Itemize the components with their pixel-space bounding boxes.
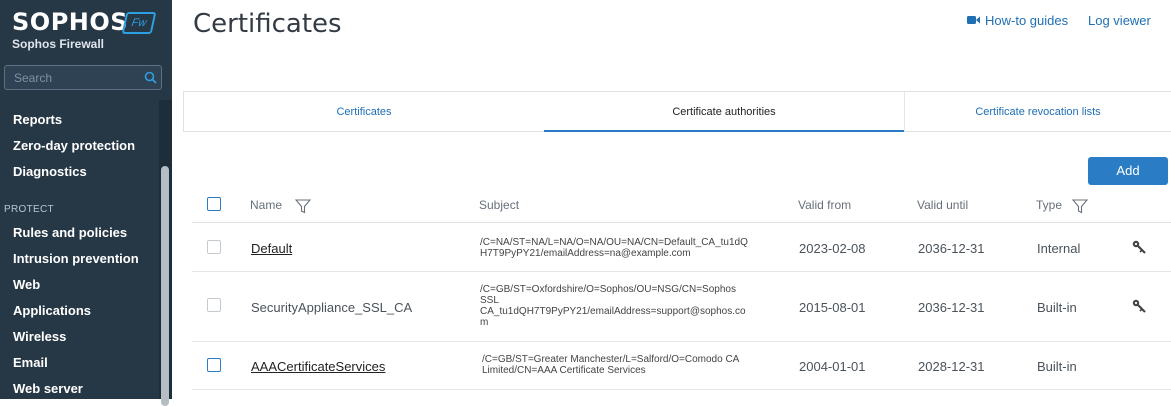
subject-text: /C=GB/ST=Greater Manchester/L=Salford/O=…: [482, 354, 782, 376]
sidebar-item-web[interactable]: Web: [13, 277, 40, 292]
how-to-guides-label: How-to guides: [985, 13, 1069, 28]
download-key-icon[interactable]: [1132, 240, 1146, 259]
sidebar-item-wireless[interactable]: Wireless: [13, 329, 66, 344]
column-header-type[interactable]: Type: [1036, 198, 1062, 212]
search-box[interactable]: Search: [4, 65, 162, 90]
sidebar-item-email[interactable]: Email: [13, 355, 48, 370]
tab-certificates[interactable]: Certificates: [184, 92, 544, 132]
sidebar-item-zero-day-protection[interactable]: Zero-day protection: [13, 138, 135, 153]
tab-certificate-authorities[interactable]: Certificate authorities: [544, 92, 904, 132]
search-icon[interactable]: [144, 71, 157, 89]
row-checkbox[interactable]: [207, 358, 221, 372]
sidebar-scrollbar[interactable]: [159, 100, 172, 406]
ca-type: Built-in: [1037, 300, 1077, 315]
product-name: Sophos Firewall: [12, 37, 105, 51]
valid-until: 2028-12-31: [918, 359, 985, 374]
subject-line: /C=NA/ST=NA/L=NA/O=NA/OU=NA/CN=Default_C…: [480, 237, 748, 248]
ca-name-link[interactable]: Default: [251, 241, 292, 256]
log-viewer-link[interactable]: Log viewer: [1088, 13, 1151, 28]
table-row[interactable]: SecurityAppliance_SSL_CA /C=GB/ST=Oxford…: [192, 272, 1171, 342]
valid-until: 2036-12-31: [918, 300, 985, 315]
subject-text: /C=NA/ST=NA/L=NA/O=NA/OU=NA/CN=Default_C…: [480, 237, 780, 259]
valid-from: 2023-02-08: [799, 241, 866, 256]
ca-type: Internal: [1037, 241, 1081, 256]
subject-text: /C=GB/ST=Oxfordshire/O=Sophos/OU=NSG/CN=…: [480, 284, 780, 328]
select-all-checkbox[interactable]: [207, 197, 221, 211]
how-to-guides-link[interactable]: How-to guides: [967, 13, 1068, 28]
subject-line: CA_tu1dQH7T9PyPY21/emailAddress=support@…: [480, 306, 746, 317]
ca-name: SecurityAppliance_SSL_CA: [251, 300, 413, 315]
tab-bar: Certificates Certificate authorities Cer…: [183, 91, 1171, 132]
sidebar-item-applications[interactable]: Applications: [13, 303, 91, 318]
subject-line: Limited/CN=AAA Certificate Services: [482, 365, 646, 376]
sidebar-item-intrusion-prevention[interactable]: Intrusion prevention: [13, 251, 139, 266]
type-filter-icon[interactable]: [1071, 199, 1089, 219]
video-camera-icon: [967, 13, 980, 28]
table-header: Name Subject Valid from Valid until Type: [192, 188, 1171, 223]
sidebar-item-reports[interactable]: Reports: [13, 112, 62, 127]
search-input[interactable]: Search: [14, 71, 52, 85]
table-row[interactable]: AAACertificateServices /C=GB/ST=Greater …: [192, 342, 1171, 390]
tab-certificate-revocation-lists[interactable]: Certificate revocation lists: [904, 92, 1171, 132]
name-filter-icon[interactable]: [294, 199, 312, 219]
subject-line: /C=GB/ST=Oxfordshire/O=Sophos/OU=NSG/CN=…: [480, 284, 736, 295]
valid-from: 2015-08-01: [799, 300, 866, 315]
main-content: Certificates How-to guides Log viewer Ce…: [172, 0, 1171, 399]
column-header-valid-from[interactable]: Valid from: [798, 198, 851, 212]
sidebar-item-web-server[interactable]: Web server: [13, 381, 83, 396]
ca-name-link[interactable]: AAACertificateServices: [251, 359, 385, 374]
sidebar-section-protect: PROTECT: [4, 204, 54, 215]
subject-line: SSL: [480, 295, 499, 306]
sidebar: SOPHOS Fw Sophos Firewall Search Reports…: [0, 0, 172, 406]
add-button[interactable]: Add: [1088, 157, 1168, 185]
sidebar-item-diagnostics[interactable]: Diagnostics: [13, 164, 87, 179]
sidebar-item-rules-and-policies[interactable]: Rules and policies: [13, 225, 127, 240]
ca-type: Built-in: [1037, 359, 1077, 374]
row-checkbox[interactable]: [207, 240, 221, 254]
scrollbar-thumb[interactable]: [161, 166, 169, 406]
subject-line: H7T9PyPY21/emailAddress=na@example.com: [480, 248, 691, 259]
table-row[interactable]: Default /C=NA/ST=NA/L=NA/O=NA/OU=NA/CN=D…: [192, 224, 1171, 272]
fw-badge: Fw: [121, 12, 157, 34]
subject-line: /C=GB/ST=Greater Manchester/L=Salford/O=…: [482, 354, 740, 365]
column-header-name[interactable]: Name: [250, 198, 282, 212]
valid-from: 2004-01-01: [799, 359, 866, 374]
download-key-icon[interactable]: [1132, 299, 1146, 318]
column-header-subject[interactable]: Subject: [479, 198, 519, 212]
sophos-logo[interactable]: SOPHOS Fw Sophos Firewall: [12, 8, 157, 51]
page-title: Certificates: [193, 9, 342, 39]
subject-line: m: [480, 317, 489, 328]
logo-wordmark: SOPHOS: [12, 8, 129, 36]
row-checkbox[interactable]: [207, 298, 221, 312]
column-header-valid-until[interactable]: Valid until: [917, 198, 968, 212]
valid-until: 2036-12-31: [918, 241, 985, 256]
